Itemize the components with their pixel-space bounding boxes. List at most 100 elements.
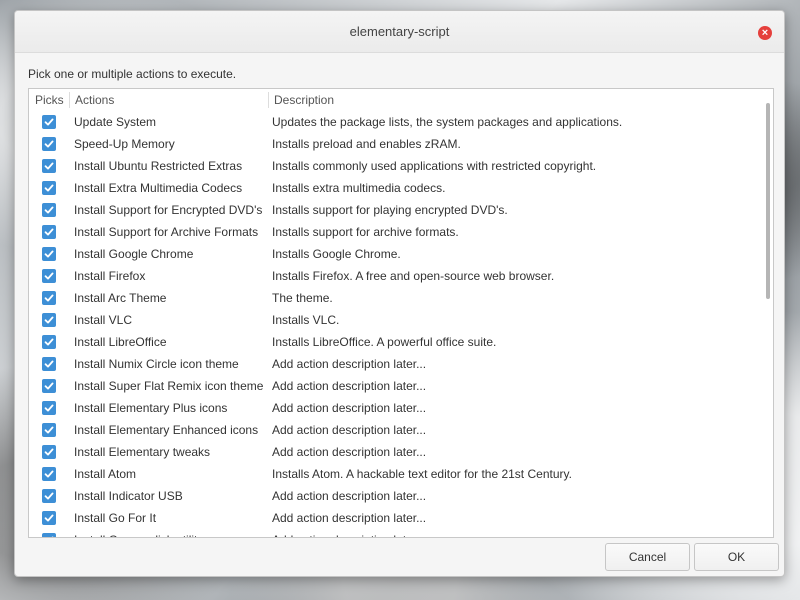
checkmark-icon [44,338,54,346]
pick-checkbox[interactable] [42,467,56,481]
table-row[interactable]: Install VLC Installs VLC. [29,309,773,331]
checkmark-icon [44,118,54,126]
table-row[interactable]: Install Super Flat Remix icon theme Add a… [29,375,773,397]
action-description: Installs LibreOffice. A powerful office … [272,335,497,349]
cancel-button[interactable]: Cancel [605,543,690,571]
column-header-picks[interactable]: Picks [29,93,69,107]
checkmark-icon [44,206,54,214]
pick-checkbox[interactable] [42,203,56,217]
action-name: Install Ubuntu Restricted Extras [74,159,243,173]
action-name: Install Extra Multimedia Codecs [74,181,243,195]
actions-list[interactable]: Picks Actions Description Update System U… [28,88,774,538]
instruction-label: Pick one or multiple actions to execute. [28,67,237,81]
table-row[interactable]: Install Elementary Enhanced icons Add act… [29,419,773,441]
pick-checkbox[interactable] [42,445,56,459]
table-row[interactable]: Install Go For It Add action description … [29,507,773,529]
action-name: Install VLC [74,313,133,327]
pick-checkbox[interactable] [42,159,56,173]
table-row[interactable]: Install Indicator USB Add action descript… [29,485,773,507]
column-header-description[interactable]: Description [268,91,773,108]
action-name: Install Google Chrome [74,247,194,261]
action-description: Add action description later... [272,445,427,459]
table-row[interactable]: Speed-Up Memory Installs preload and enab… [29,133,773,155]
pick-checkbox[interactable] [42,291,56,305]
ok-button[interactable]: OK [694,543,779,571]
table-row[interactable]: Install LibreOffice Installs LibreOffice.… [29,331,773,353]
table-row[interactable]: Install Arc Theme The theme. [29,287,773,309]
action-name: Install Elementary tweaks [74,445,211,459]
pick-cell [29,115,69,129]
action-description: Installs VLC. [272,313,340,327]
action-description: Add action description later... [272,401,427,415]
action-name: Install Firefox [74,269,146,283]
close-icon[interactable]: × [758,26,772,40]
table-row[interactable]: Install Support for Encrypted DVD's Insta… [29,199,773,221]
pick-checkbox[interactable] [42,247,56,261]
action-name: Install Support for Encrypted DVD's [74,203,263,217]
action-description: Installs preload and enables zRAM. [272,137,461,151]
pick-checkbox[interactable] [42,225,56,239]
checkmark-icon [44,448,54,456]
checkmark-icon [44,404,54,412]
table-row[interactable]: Update System Updates the package lists, … [29,111,773,133]
action-description: Add action description later... [272,511,427,525]
action-description: Installs extra multimedia codecs. [272,181,446,195]
table-row[interactable]: Install Atom Installs Atom. A hackable te… [29,463,773,485]
pick-cell [29,269,69,283]
table-row[interactable]: Install Extra Multimedia Codecs Installs … [29,177,773,199]
pick-checkbox[interactable] [42,137,56,151]
table-row[interactable]: Install Elementary tweaks Add action desc… [29,441,773,463]
pick-checkbox[interactable] [42,269,56,283]
action-name: Install Gnome disk utility [69,533,268,537]
pick-cell [29,511,69,525]
action-name: Install Go For It [74,511,157,525]
window-title: elementary-script [349,24,450,39]
pick-cell [29,379,69,393]
pick-cell [29,203,69,217]
action-description: The theme. [272,291,333,305]
table-row[interactable]: Install Firefox Installs Firefox. A free … [29,265,773,287]
table-row[interactable]: Install Ubuntu Restricted Extras Installs… [29,155,773,177]
table-row[interactable]: Install Numix Circle icon theme Add actio… [29,353,773,375]
pick-cell [29,181,69,195]
table-row[interactable]: Install Gnome disk utilityAdd action des… [29,529,773,537]
action-description: Updates the package lists, the system pa… [272,115,623,129]
action-name: Speed-Up Memory [74,137,175,151]
pick-checkbox[interactable] [42,181,56,195]
action-description: Add action description later... [272,357,427,371]
action-description: Installs Google Chrome. [272,247,401,261]
checkmark-icon [44,492,54,500]
checkmark-icon [44,228,54,236]
pick-cell [29,313,69,327]
checkmark-icon [44,140,54,148]
action-description: Add action description later... [272,423,427,437]
pick-checkbox[interactable] [42,115,56,129]
scrollbar[interactable] [766,103,770,299]
action-name: Install LibreOffice [74,335,167,349]
column-header-actions[interactable]: Actions [69,91,268,108]
table-row[interactable]: Install Google Chrome Installs Google Chr… [29,243,773,265]
pick-checkbox[interactable] [42,423,56,437]
action-description: Add action description later... [272,489,427,503]
pick-checkbox[interactable] [42,533,56,537]
pick-checkbox[interactable] [42,511,56,525]
pick-checkbox[interactable] [42,313,56,327]
action-description: Installs commonly used applications with… [272,159,597,173]
table-row[interactable]: Install Elementary Plus icons Add action … [29,397,773,419]
pick-cell [29,533,69,537]
checkmark-icon [44,162,54,170]
pick-cell [29,137,69,151]
pick-checkbox[interactable] [42,401,56,415]
action-description: Add action description later... [272,379,427,393]
pick-checkbox[interactable] [42,379,56,393]
pick-checkbox[interactable] [42,335,56,349]
pick-cell [29,489,69,503]
pick-checkbox[interactable] [42,357,56,371]
checkmark-icon [44,382,54,390]
table-row[interactable]: Install Support for Archive Formats Insta… [29,221,773,243]
pick-cell [29,401,69,415]
list-rows: Update System Updates the package lists, … [29,111,773,537]
checkmark-icon [44,316,54,324]
action-name: Install Super Flat Remix icon theme [74,379,264,393]
pick-checkbox[interactable] [42,489,56,503]
